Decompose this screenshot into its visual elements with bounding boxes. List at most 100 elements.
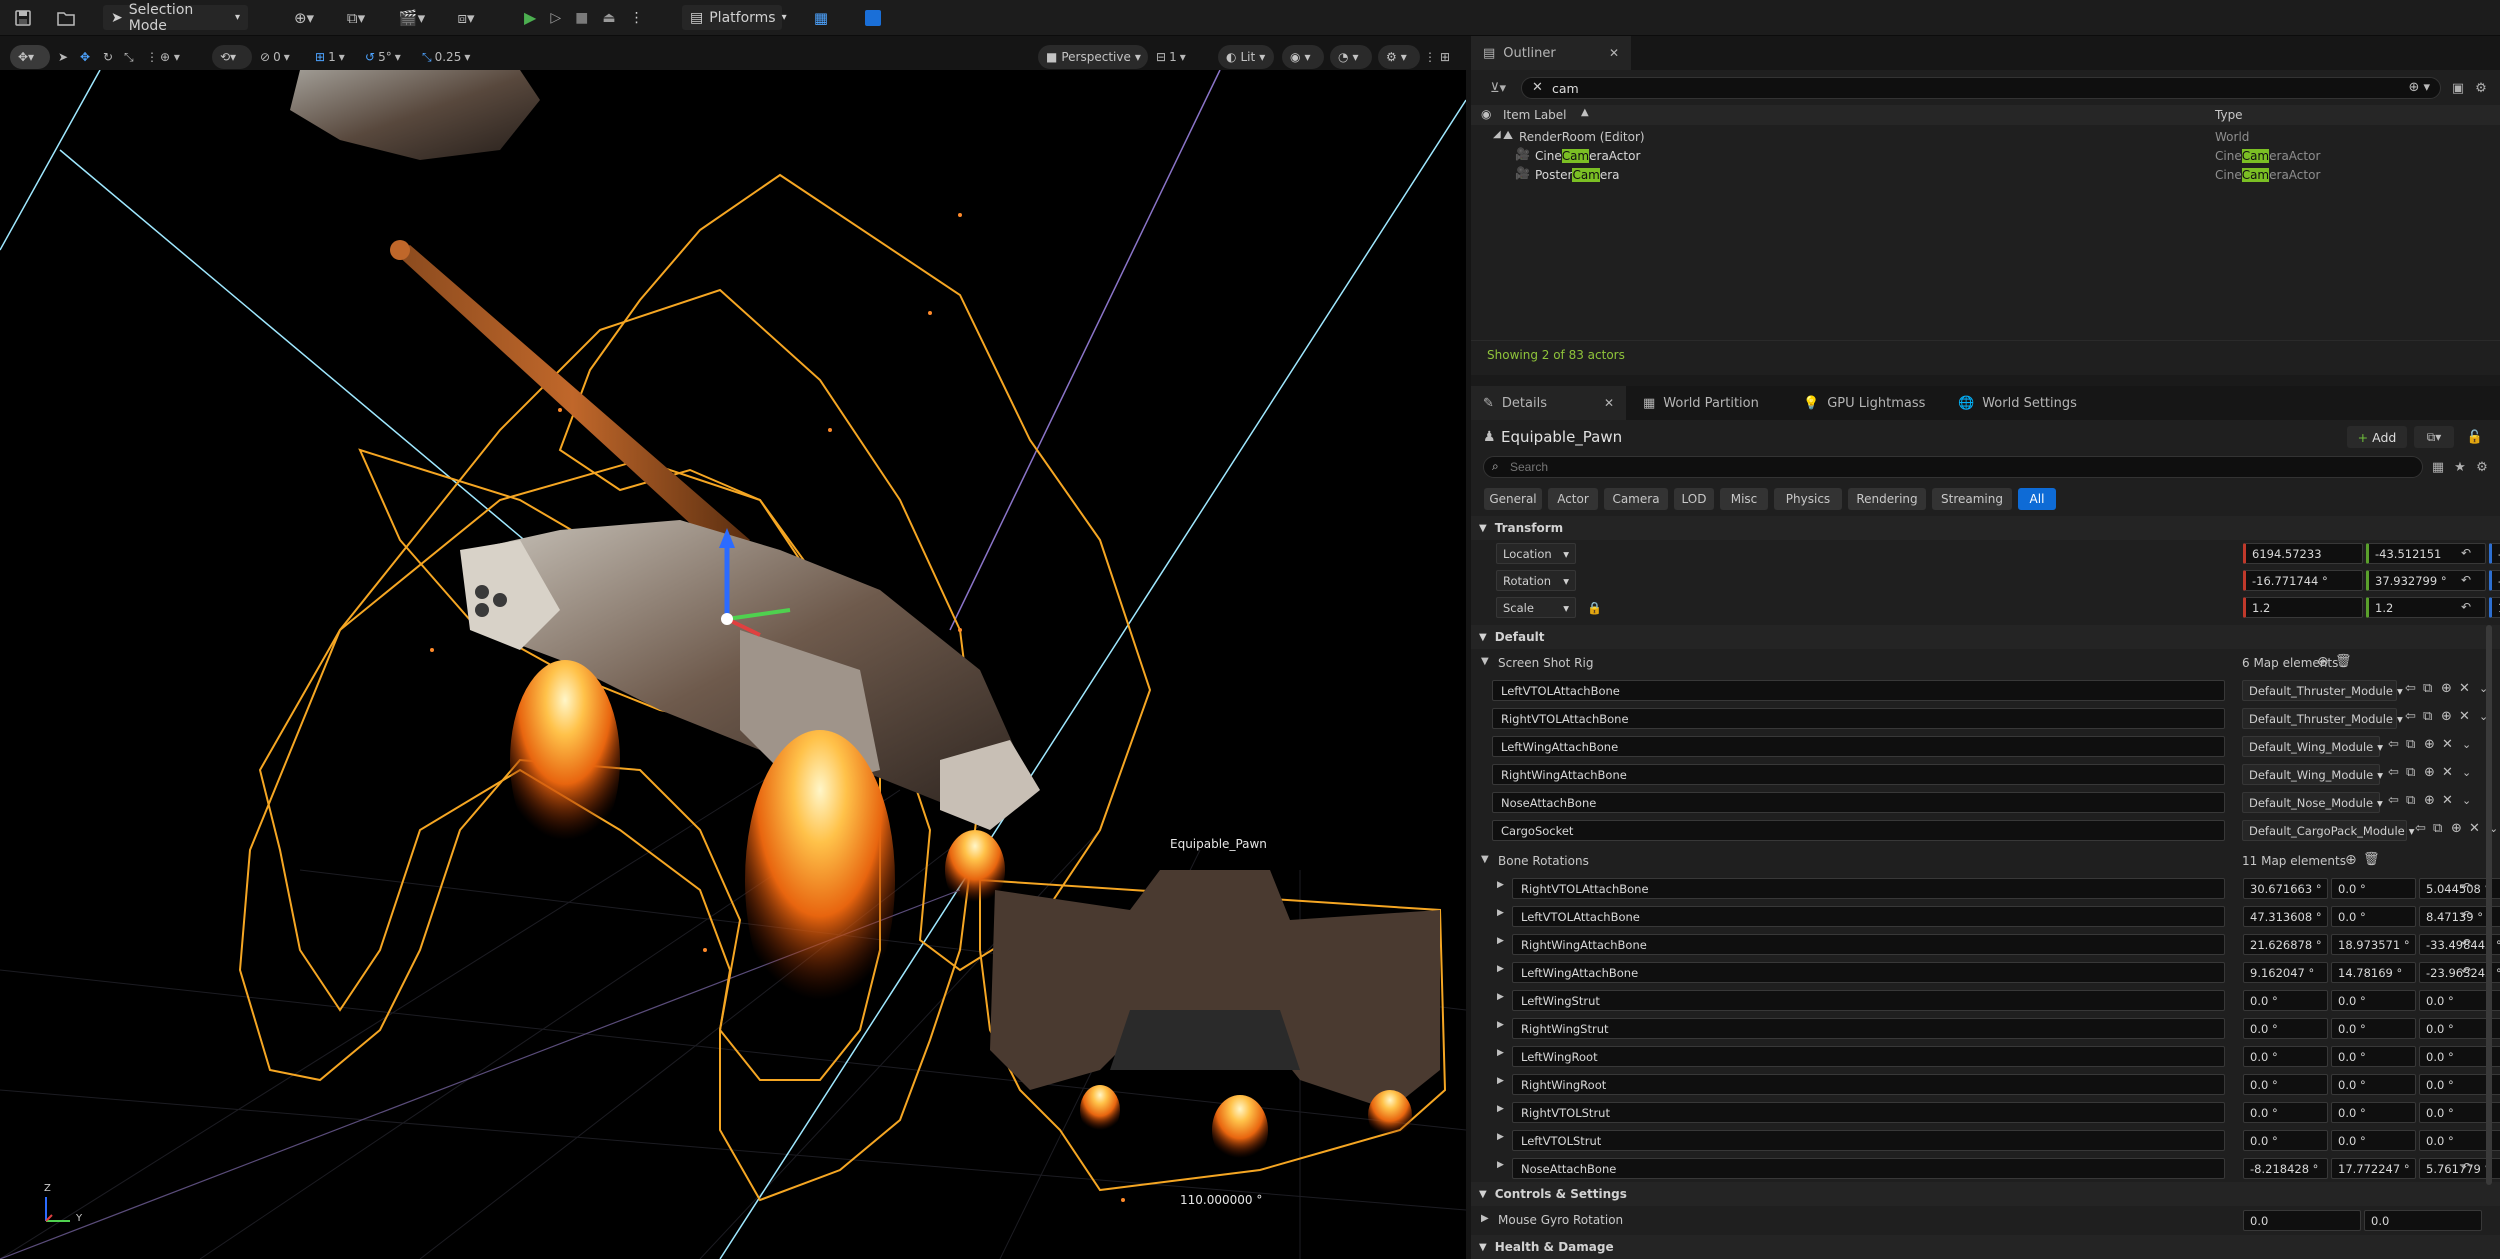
rig-key-field[interactable]: CargoSocket	[1492, 820, 2225, 841]
add-icon[interactable]: ⊕	[2451, 821, 2462, 836]
use-selected-icon[interactable]: ⇦	[2405, 709, 2416, 724]
lock-icon[interactable]: 🔒	[1587, 601, 1602, 615]
expand-arrow-icon[interactable]: ▶	[1497, 1160, 1504, 1170]
expand-arrow-icon[interactable]: ▶	[1497, 880, 1504, 890]
add-icon[interactable]: ⊕	[2424, 737, 2435, 752]
browse-icon[interactable]: ⧉	[2423, 681, 2432, 696]
rig-module-dropdown[interactable]: Default_Thruster_Module ▾	[2242, 680, 2403, 701]
reset-arrow-icon[interactable]: ↶	[2461, 964, 2471, 978]
view-mode-dropdown[interactable]: ◐ Lit ▾	[1218, 45, 1274, 69]
rotation-mode-dropdown[interactable]: Rotation ▾	[1496, 570, 1576, 591]
settings-dropdown[interactable]: ⚙ ▾	[1378, 45, 1420, 69]
add-icon[interactable]: ⊕	[2441, 681, 2452, 696]
browse-icon[interactable]: ⧉	[2433, 821, 2442, 836]
expand-arrow-icon[interactable]: ▶	[1497, 1104, 1504, 1114]
bone-roll-field[interactable]: 21.626878 °	[2243, 934, 2328, 955]
details-scrollbar[interactable]	[2486, 625, 2492, 1185]
rotate-tool-icon[interactable]: ↻	[103, 45, 113, 69]
browse-icon[interactable]: ⧉	[2423, 709, 2432, 724]
use-selected-icon[interactable]: ⇦	[2388, 765, 2399, 780]
scale-snap-toggle[interactable]: ⤡ 0.25 ▾	[422, 45, 470, 69]
chevron-down-icon[interactable]: ⌄	[2462, 738, 2471, 751]
scale-x-field[interactable]: 1.2	[2243, 597, 2363, 618]
location-mode-dropdown[interactable]: Location ▾	[1496, 543, 1576, 564]
bone-key-field[interactable]: RightWingRoot	[1512, 1074, 2225, 1095]
rig-key-field[interactable]: LeftWingAttachBone	[1492, 736, 2225, 757]
outliner-search[interactable]: ✕ cam ⊕ ▾	[1521, 77, 2441, 99]
bone-pitch-field[interactable]: 0.0 °	[2331, 1046, 2416, 1067]
reset-arrow-icon[interactable]: ↶	[2461, 546, 2471, 560]
surface-snap-button[interactable]: ⟲▾	[212, 45, 252, 69]
add-element-icon[interactable]: ⊕	[2345, 852, 2357, 868]
outliner-row[interactable]: 🎥 CineCameraActor CineCameraActor	[1471, 146, 2500, 166]
bone-key-field[interactable]: LeftWingAttachBone	[1512, 962, 2225, 983]
gear-icon[interactable]: ⚙	[2473, 458, 2491, 476]
location-z-field[interactable]: -11.199439	[2489, 543, 2500, 564]
bone-pitch-field[interactable]: 14.78169 °	[2331, 962, 2416, 983]
bone-roll-field[interactable]: 0.0 °	[2243, 1130, 2328, 1151]
expand-arrow-icon[interactable]: ◢	[1493, 129, 1501, 140]
filter-rendering[interactable]: Rendering	[1848, 488, 1926, 510]
angle-snap-toggle[interactable]: ⊘ 0 ▾	[260, 45, 290, 69]
clear-icon[interactable]: ✕	[2442, 793, 2453, 808]
controls-section-header[interactable]: ▼ Controls & Settings	[1471, 1182, 2500, 1206]
bone-roll-field[interactable]: 0.0 °	[2243, 1046, 2328, 1067]
filter-general[interactable]: General	[1484, 488, 1542, 510]
save-icon[interactable]	[12, 7, 34, 29]
browse-icon[interactable]: ⧉	[2406, 765, 2415, 780]
platforms-dropdown[interactable]: ▤ Platforms ▾	[682, 5, 787, 30]
play-icon[interactable]: ▶	[524, 8, 536, 27]
show-dropdown[interactable]: ◉ ▾	[1282, 45, 1324, 69]
expand-arrow-icon[interactable]: ▶	[1497, 1020, 1504, 1030]
tab-world-settings[interactable]: 🌐 World Settings	[1946, 386, 2089, 420]
collapse-arrow-icon[interactable]: ▼	[1481, 656, 1489, 667]
lock-icon[interactable]: 🔓	[2465, 428, 2485, 446]
bone-roll-field[interactable]: 47.313608 °	[2243, 906, 2328, 927]
item-label-column[interactable]: Item Label	[1503, 108, 1567, 122]
bone-roll-field[interactable]: 0.0 °	[2243, 990, 2328, 1011]
use-selected-icon[interactable]: ⇦	[2388, 793, 2399, 808]
actor-name[interactable]: Equipable_Pawn	[1501, 428, 1622, 446]
more-icon[interactable]: ⋮	[1424, 45, 1436, 69]
add-actor-icon[interactable]: ⊕▾	[284, 7, 324, 29]
table-view-icon[interactable]: ▦	[2429, 458, 2447, 476]
add-folder-icon[interactable]: ▣	[2448, 78, 2468, 98]
build-icon[interactable]: ⧈▾	[446, 7, 486, 29]
bone-roll-field[interactable]: 30.671663 °	[2243, 878, 2328, 899]
scale-tool-icon[interactable]: ⤡	[124, 45, 134, 69]
collapse-arrow-icon[interactable]: ▼	[1481, 854, 1489, 865]
eject-icon[interactable]: ⏏	[602, 10, 615, 26]
reset-arrow-icon[interactable]: ↶	[2461, 573, 2471, 587]
bone-roll-field[interactable]: 9.162047 °	[2243, 962, 2328, 983]
reset-arrow-icon[interactable]: ↶	[2461, 600, 2471, 614]
filter-camera[interactable]: Camera	[1604, 488, 1668, 510]
add-component-button[interactable]: + Add	[2347, 426, 2407, 448]
browse-icon[interactable]: ⧉	[2406, 793, 2415, 808]
use-selected-icon[interactable]: ⇦	[2388, 737, 2399, 752]
bone-key-field[interactable]: RightVTOLStrut	[1512, 1102, 2225, 1123]
bone-key-field[interactable]: RightWingAttachBone	[1512, 934, 2225, 955]
bone-key-field[interactable]: LeftWingStrut	[1512, 990, 2225, 1011]
gear-icon[interactable]: ⚙	[2471, 78, 2491, 98]
cinematics-icon[interactable]: 🎬▾	[392, 7, 432, 29]
bone-key-field[interactable]: RightWingStrut	[1512, 1018, 2225, 1039]
select-tool-icon[interactable]: ➤	[58, 45, 68, 69]
bone-pitch-field[interactable]: 0.0 °	[2331, 906, 2416, 927]
expand-arrow-icon[interactable]: ▶	[1497, 1132, 1504, 1142]
maximize-icon[interactable]: ⊞	[1440, 45, 1450, 69]
bone-roll-field[interactable]: 0.0 °	[2243, 1102, 2328, 1123]
default-section-header[interactable]: ▼ Default	[1471, 625, 2500, 649]
trash-icon[interactable]: 🗑	[2363, 852, 2380, 867]
translate-tool-icon[interactable]: ✥	[80, 45, 90, 69]
expand-arrow-icon[interactable]: ▶	[1497, 992, 1504, 1002]
expand-arrow-icon[interactable]: ▶	[1497, 1048, 1504, 1058]
world-space-icon[interactable]: ⊕ ▾	[160, 45, 180, 69]
filter-lod[interactable]: LOD	[1674, 488, 1714, 510]
step-icon[interactable]: ▷	[550, 10, 561, 26]
outliner-row[interactable]: ◢ ⛰ RenderRoom (Editor) World	[1471, 127, 2500, 147]
add-icon[interactable]: ⊕	[2424, 765, 2435, 780]
bone-pitch-field[interactable]: 0.0 °	[2331, 1074, 2416, 1095]
tab-world-partition[interactable]: ▦ World Partition	[1631, 386, 1771, 420]
tab-outliner[interactable]: ▤ Outliner ✕	[1471, 36, 1631, 70]
tab-gpu-lightmass[interactable]: 💡 GPU Lightmass	[1791, 386, 1937, 420]
